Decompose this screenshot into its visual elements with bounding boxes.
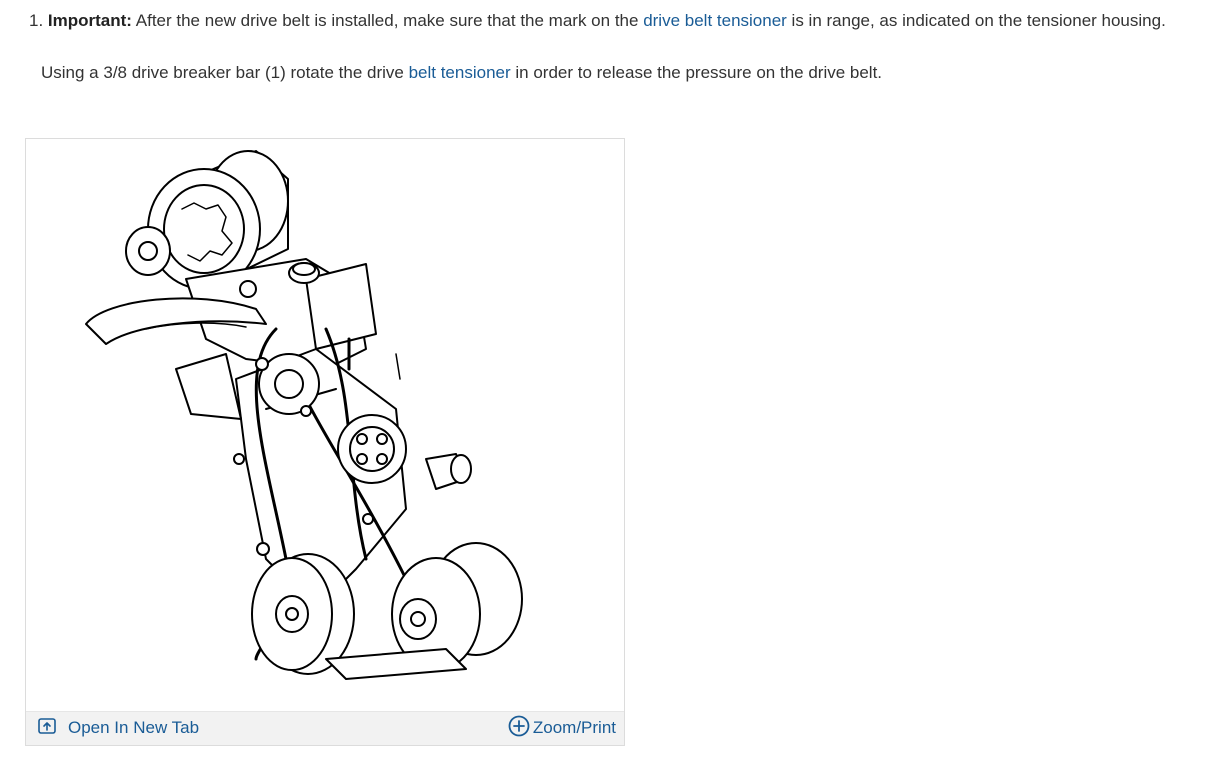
step-text-before-link: After the new drive belt is installed, m… xyxy=(131,11,644,30)
step-text-after-link: is in range, as indicated on the tension… xyxy=(786,11,1166,30)
figure-container: Open In New Tab Zoom/Print xyxy=(25,138,625,746)
drive-belt-diagram[interactable] xyxy=(26,139,624,711)
open-in-new-tab-button[interactable]: Open In New Tab xyxy=(38,717,199,739)
substep-instruction: Using a 3/8 drive breaker bar (1) rotate… xyxy=(41,62,882,84)
important-label: Important: xyxy=(47,11,132,30)
step-number: 1. xyxy=(29,11,44,30)
open-new-tab-icon xyxy=(38,717,56,739)
belt-tensioner-link[interactable]: belt tensioner xyxy=(409,63,511,82)
step-instruction: 1. Important: After the new drive belt i… xyxy=(29,10,1219,32)
open-in-new-tab-label: Open In New Tab xyxy=(68,718,200,737)
substep-text-before-link: Using a 3/8 drive breaker bar (1) rotate… xyxy=(41,63,409,82)
plus-circle-icon xyxy=(508,715,530,742)
drive-belt-tensioner-link[interactable]: drive belt tensioner xyxy=(643,11,787,30)
zoom-print-label: Zoom/Print xyxy=(532,718,616,737)
substep-text-after-link: in order to release the pressure on the … xyxy=(510,63,883,82)
zoom-print-button[interactable]: Zoom/Print xyxy=(508,715,616,742)
figure-toolbar: Open In New Tab Zoom/Print xyxy=(26,711,624,745)
